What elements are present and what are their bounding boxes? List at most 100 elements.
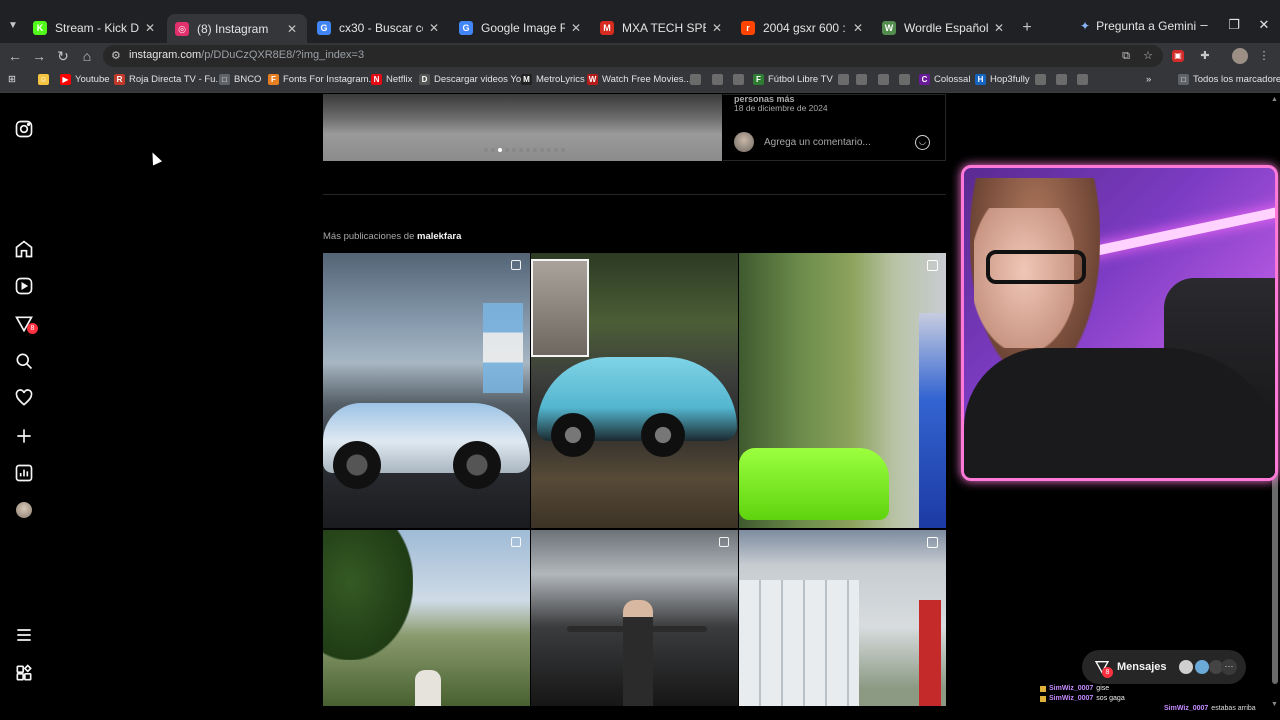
browser-toolbar: ← → ↻ ⌂ ⚙ instagram.com/p/DDuCzQXR8E8/?i…	[0, 43, 1280, 69]
bookmark-favicon-icon: R	[114, 74, 125, 85]
bookmark-item[interactable]: C Colossal	[919, 74, 970, 85]
address-url: instagram.com/p/DDuCzQXR8E8/?img_index=3	[129, 49, 365, 61]
grid-post-5[interactable]	[531, 530, 738, 706]
bookmark-icon[interactable]	[733, 74, 748, 85]
install-app-icon[interactable]: ⧉	[1118, 48, 1134, 64]
bookmark-item[interactable]: H Hop3fully	[975, 74, 1030, 85]
bookmark-icon[interactable]	[1056, 74, 1071, 85]
browser-tab[interactable]: Gcx30 - Buscar con Google ✕	[309, 15, 449, 41]
tab-favicon-icon: W	[882, 21, 896, 35]
tab-close-icon[interactable]: ✕	[569, 21, 583, 35]
tab-close-icon[interactable]: ✕	[143, 21, 157, 35]
tab-title: (8) Instagram	[197, 21, 269, 36]
gemini-icon: ✦	[1080, 19, 1091, 33]
bookmark-item[interactable]: F Fonts For Instagram...	[268, 74, 376, 85]
browser-tab[interactable]: K Stream - Kick Dashboard ✕	[25, 15, 165, 41]
tab-title: Google Image Result	[481, 21, 565, 35]
more-bookmarks-icon[interactable]: »	[1146, 74, 1151, 85]
minimize-button[interactable]: –	[1194, 17, 1214, 32]
bookmark-icon[interactable]	[856, 74, 871, 85]
bookmark-item[interactable]: □ Todos los marcadores	[1178, 74, 1280, 85]
tab-close-icon[interactable]: ✕	[851, 21, 865, 35]
bookmark-icon[interactable]	[690, 74, 705, 85]
grid-post-6[interactable]	[739, 530, 946, 706]
extension-icon[interactable]: ▣	[1172, 50, 1184, 62]
bookmark-star-icon[interactable]: ☆	[1140, 48, 1156, 64]
section-divider	[323, 194, 946, 195]
browser-tab[interactable]: M MXA TECH SPEC: 10 COSA ✕	[592, 15, 732, 41]
apps-grid-icon[interactable]: ⊞	[8, 74, 16, 85]
menu-kebab-icon[interactable]: ⋮	[1256, 48, 1272, 64]
tab-close-icon[interactable]: ✕	[710, 21, 724, 35]
bookmark-favicon-icon: □	[1178, 74, 1189, 85]
bookmark-item[interactable]: R Roja Directa TV - Fu...	[114, 74, 223, 85]
bookmark-icon[interactable]	[1077, 74, 1092, 85]
bookmark-icon[interactable]	[712, 74, 727, 85]
reel-icon	[927, 260, 938, 271]
tab-title: MXA TECH SPEC: 10 COSA	[622, 21, 706, 35]
bookmark-item[interactable]: ▶ Youtube	[60, 74, 110, 85]
grid-post-2[interactable]	[531, 253, 738, 528]
stream-chat-latest: SimWiz_0007 estabas arriba	[1164, 705, 1256, 712]
carousel-icon	[511, 260, 521, 270]
extensions-puzzle-icon[interactable]: ✚	[1197, 48, 1213, 64]
bookmark-item[interactable]: □ BNCO	[219, 74, 261, 85]
comment-input[interactable]: Agrega un comentario...	[764, 137, 871, 148]
more-posts-username[interactable]: malekfara	[417, 231, 461, 242]
bookmark-item[interactable]: D Descargar videos Yo...	[419, 74, 529, 85]
also-from-meta-icon[interactable]	[14, 663, 34, 683]
streamer-webcam	[961, 165, 1278, 481]
tab-search-icon[interactable]: ▼	[5, 18, 21, 34]
heart-icon[interactable]	[14, 388, 34, 408]
profile-avatar-nav[interactable]	[16, 502, 32, 518]
tab-favicon-icon: ◎	[175, 21, 189, 36]
hamburger-menu-icon[interactable]	[14, 625, 34, 645]
bookmark-item[interactable]: N Netflix	[371, 74, 412, 85]
browser-tab-bar: ▼ K Stream - Kick Dashboard ✕ ◎ (8) Instagra…	[0, 0, 1280, 43]
tab-favicon-icon: K	[33, 21, 47, 35]
tab-close-icon[interactable]: ✕	[427, 21, 441, 35]
restore-button[interactable]: ❐	[1224, 17, 1244, 33]
back-button[interactable]: ←	[6, 47, 24, 65]
insights-icon[interactable]	[14, 463, 34, 483]
home-button[interactable]: ⌂	[78, 47, 96, 65]
browser-tab[interactable]: ◎ (8) Instagram ✕	[167, 14, 307, 43]
reels-icon[interactable]	[14, 276, 34, 296]
bookmark-icon[interactable]	[878, 74, 893, 85]
address-bar[interactable]: ⚙ instagram.com/p/DDuCzQXR8E8/?img_index…	[103, 45, 1163, 67]
grid-post-1[interactable]	[323, 253, 530, 528]
bookmark-icon[interactable]	[838, 74, 853, 85]
new-tab-button[interactable]: +	[1018, 19, 1036, 37]
instagram-logo-icon[interactable]	[14, 119, 34, 139]
forward-button[interactable]: →	[30, 47, 48, 65]
bookmark-item[interactable]: F Fútbol Libre TV	[753, 74, 833, 85]
tab-close-icon[interactable]: ✕	[992, 21, 1006, 35]
tab-title: cx30 - Buscar con Google	[339, 21, 423, 35]
site-info-icon[interactable]: ⚙	[111, 49, 121, 62]
browser-tab[interactable]: r 2004 gsxr 600 : r/GSXR ✕	[733, 15, 873, 41]
more-options-icon[interactable]: ···	[1221, 659, 1237, 675]
tab-close-icon[interactable]: ✕	[285, 22, 299, 36]
bookmark-icon[interactable]	[899, 74, 914, 85]
browser-tab[interactable]: W Wordle Español - Wordle ✕	[874, 15, 1014, 41]
reload-button[interactable]: ↻	[54, 47, 72, 65]
bookmark-favicon-icon: ☺	[38, 74, 49, 85]
bookmark-icon[interactable]	[1035, 74, 1050, 85]
profile-avatar[interactable]	[1232, 48, 1248, 64]
bookmark-item[interactable]: M MetroLyrics	[521, 74, 585, 85]
post-date: 18 de diciembre de 2024	[734, 103, 828, 113]
search-icon[interactable]	[14, 351, 34, 371]
messages-label: Mensajes	[1117, 661, 1167, 673]
bookmark-item[interactable]: ☺	[38, 74, 53, 85]
emoji-icon[interactable]: ◡	[915, 135, 930, 150]
gemini-button[interactable]: ✦ Pregunta a Gemini	[1080, 19, 1196, 33]
grid-post-4[interactable]	[323, 530, 530, 706]
bookmark-item[interactable]: W Watch Free Movies...	[587, 74, 691, 85]
grid-post-3[interactable]	[739, 253, 946, 528]
tab-favicon-icon: r	[741, 21, 755, 35]
browser-tab[interactable]: G Google Image Result ✕	[451, 15, 591, 41]
home-icon[interactable]	[14, 239, 34, 259]
create-plus-icon[interactable]	[14, 426, 34, 446]
carousel-indicator	[484, 148, 565, 152]
close-window-button[interactable]: ✕	[1254, 17, 1274, 33]
